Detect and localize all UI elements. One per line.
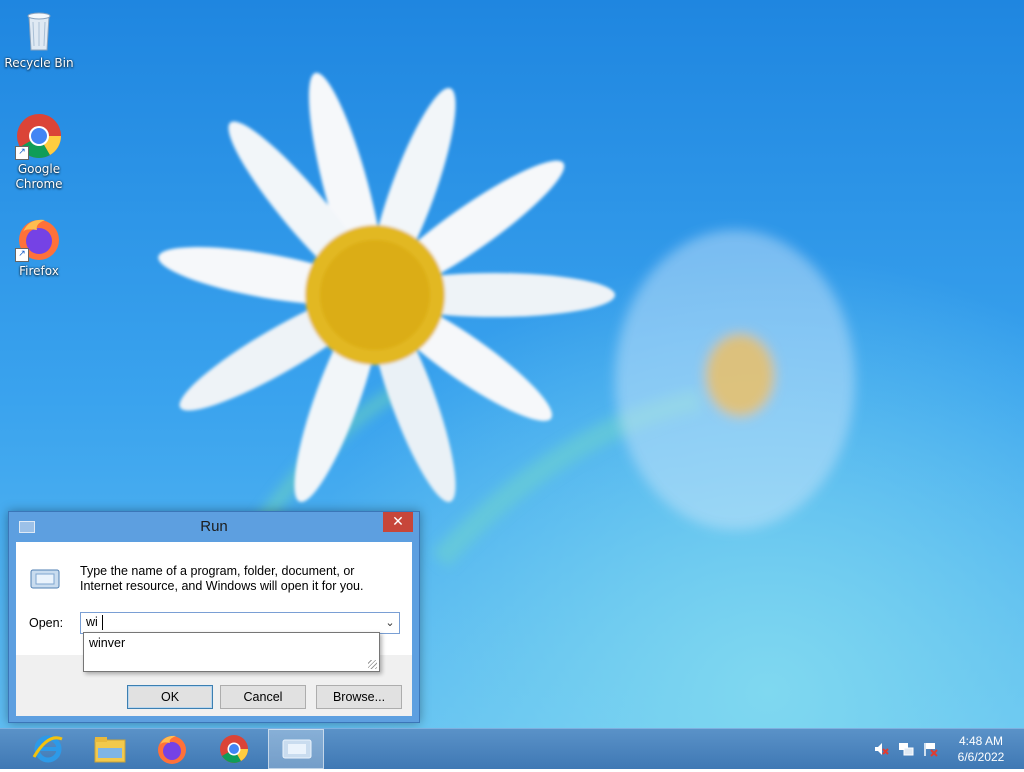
open-combobox[interactable]: wi ⌄ (80, 612, 400, 634)
taskbar-file-explorer[interactable] (82, 729, 138, 769)
run-description: Type the name of a program, folder, docu… (80, 564, 364, 593)
open-label: Open: (29, 616, 64, 630)
taskbar-internet-explorer[interactable] (20, 729, 76, 769)
internet-explorer-icon (32, 735, 63, 763)
firefox-icon: ↗ (15, 214, 63, 262)
volume-muted-icon[interactable] (873, 741, 889, 757)
desktop-icon-label: Google Chrome (15, 162, 63, 191)
taskbar-chrome[interactable] (206, 729, 262, 769)
run-dialog-titlebar[interactable]: Run ✕ (9, 512, 419, 542)
recycle-bin-icon (15, 6, 63, 54)
close-icon: ✕ (392, 514, 404, 530)
desktop-icon-google-chrome[interactable]: ↗ Google Chrome (4, 112, 74, 192)
desktop-icon-label: Recycle Bin (4, 56, 74, 70)
desktop-icon-recycle-bin[interactable]: Recycle Bin (4, 6, 74, 71)
chevron-down-icon[interactable]: ⌄ (381, 613, 399, 633)
desktop-icon-label: Firefox (19, 264, 59, 278)
clock-date: 6/6/2022 (957, 750, 1005, 764)
browse-button[interactable]: Browse... (316, 685, 402, 709)
shortcut-arrow-icon: ↗ (15, 248, 29, 262)
resize-grip-icon[interactable] (368, 660, 377, 669)
text-caret (102, 615, 103, 630)
action-center-icon[interactable] (922, 741, 938, 757)
network-icon[interactable] (898, 741, 914, 757)
firefox-icon (158, 735, 186, 764)
ok-button[interactable]: OK (127, 685, 213, 709)
run-dialog-body: Type the name of a program, folder, docu… (16, 542, 412, 716)
run-dialog-title: Run (200, 518, 228, 535)
open-input[interactable]: wi (86, 615, 98, 629)
shortcut-arrow-icon: ↗ (15, 146, 29, 160)
file-explorer-icon (94, 737, 126, 763)
taskbar-firefox[interactable] (144, 729, 200, 769)
run-program-icon (30, 568, 60, 590)
autocomplete-list: winver (83, 632, 380, 672)
run-icon (282, 739, 312, 759)
close-button[interactable]: ✕ (383, 512, 413, 532)
taskbar-clock[interactable]: 4:48 AM 6/6/2022 (950, 733, 1012, 765)
taskbar: 4:48 AM 6/6/2022 (0, 728, 1024, 769)
run-dialog: Run ✕ Type the name of a program, folder… (8, 511, 420, 723)
clock-time: 4:48 AM (958, 734, 1004, 748)
chrome-icon (220, 735, 248, 763)
autocomplete-item[interactable]: winver (89, 636, 125, 650)
cancel-button[interactable]: Cancel (220, 685, 306, 709)
chrome-icon: ↗ (15, 112, 63, 160)
desktop-icon-firefox[interactable]: ↗ Firefox (4, 214, 74, 279)
taskbar-run[interactable] (268, 729, 324, 769)
